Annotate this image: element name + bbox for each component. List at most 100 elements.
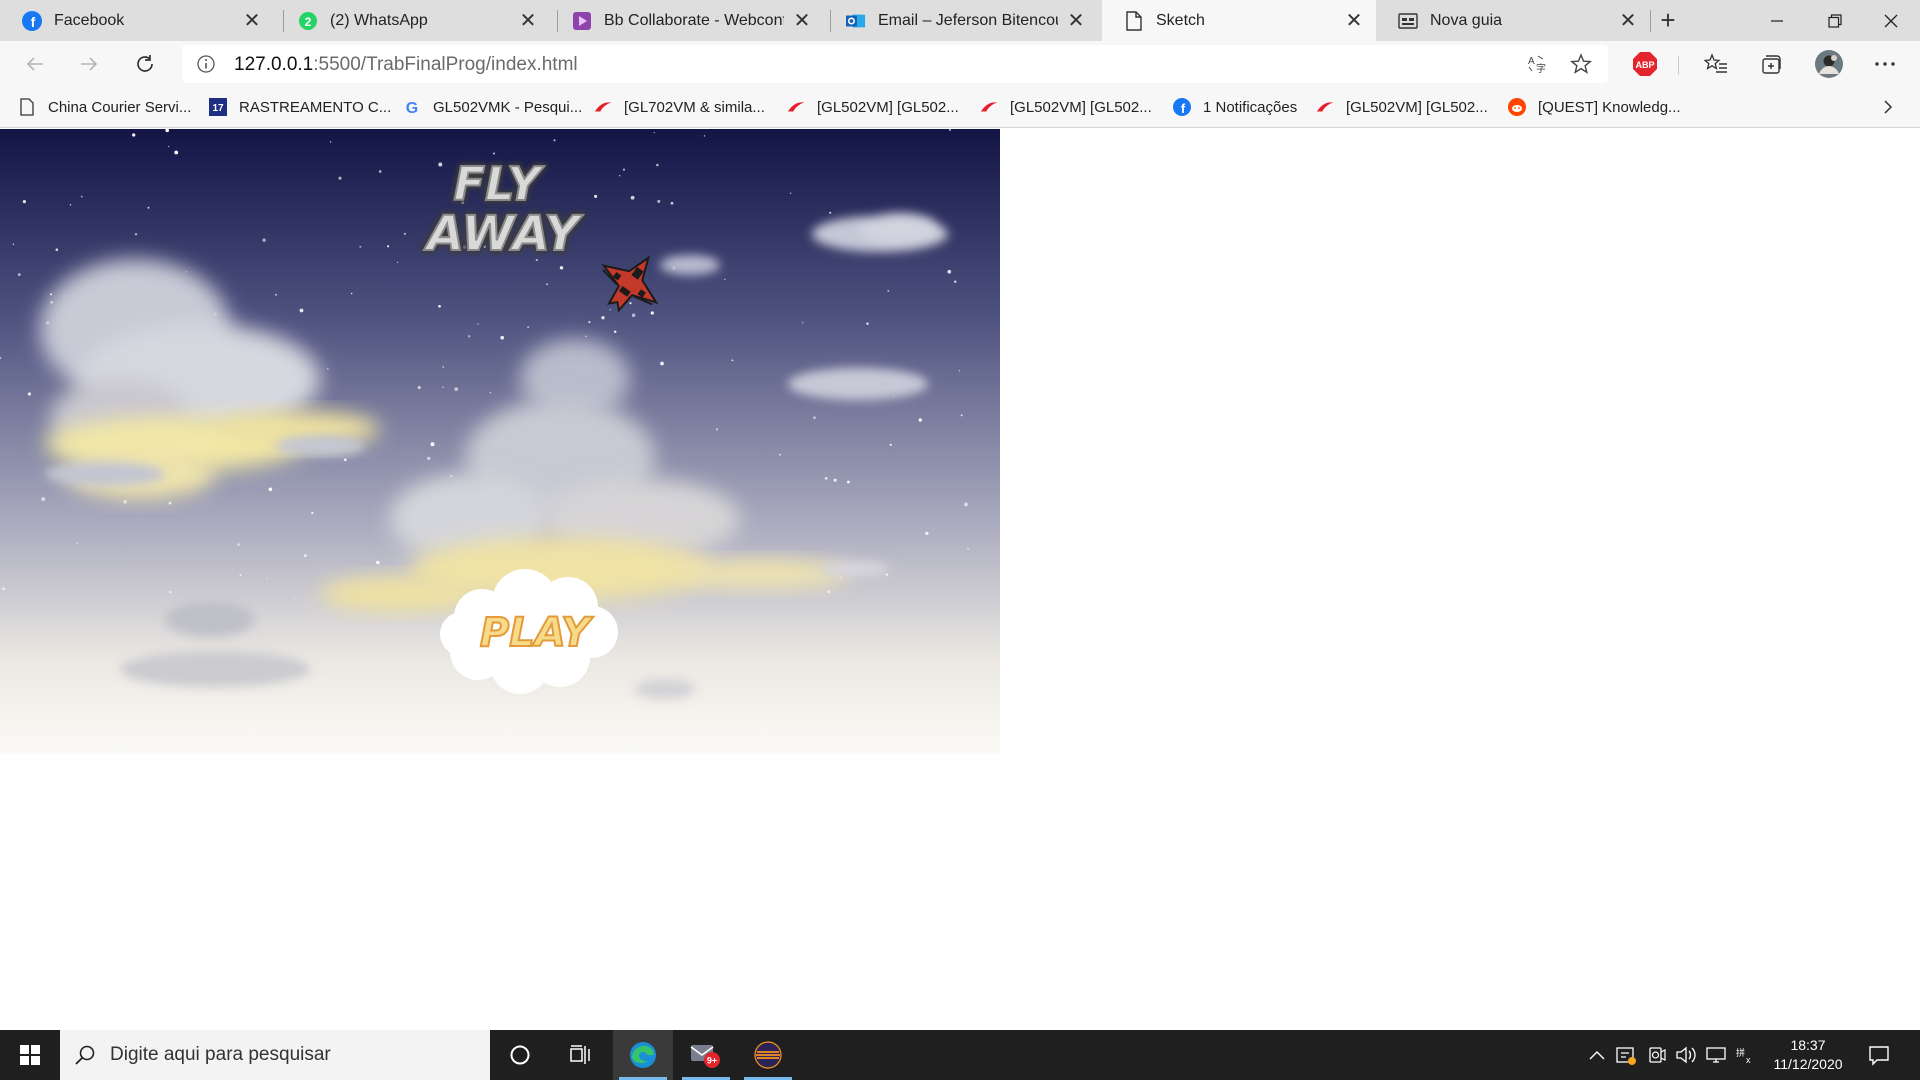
favorites-icon[interactable] [1701, 49, 1731, 79]
rog-icon [980, 98, 998, 116]
star [546, 283, 548, 286]
minimize-button[interactable] [1748, 0, 1806, 41]
svg-text:字: 字 [1536, 62, 1546, 75]
svg-text:G: G [406, 100, 418, 116]
bookmark-item[interactable]: [QUEST] Knowledg... [1508, 96, 1681, 118]
mail-badge: 9+ [707, 1056, 717, 1066]
taskbar-mail[interactable]: 9+ [676, 1030, 736, 1080]
star [866, 322, 869, 325]
close-icon[interactable]: ✕ [792, 8, 812, 33]
notification-center-icon[interactable] [1867, 1043, 1891, 1067]
cortana-icon [510, 1045, 530, 1065]
star [468, 335, 471, 338]
more-options-icon[interactable] [1870, 49, 1900, 79]
17track-icon: 17 [209, 98, 227, 116]
taskbar-eclipse[interactable] [738, 1030, 798, 1080]
close-icon[interactable]: ✕ [242, 8, 262, 33]
collections-icon[interactable] [1756, 49, 1786, 79]
bookmark-label: GL502VMK - Pesqui... [433, 98, 583, 116]
star [454, 387, 459, 391]
chevron-up-icon[interactable] [1585, 1043, 1609, 1067]
close-window-button[interactable] [1862, 0, 1920, 41]
star [123, 499, 127, 504]
close-icon[interactable]: ✕ [1618, 8, 1638, 33]
star [168, 501, 172, 505]
star [442, 386, 444, 388]
star [403, 232, 407, 236]
star [275, 293, 278, 296]
address-bar[interactable]: 127.0.0.1:5500/TrabFinalProg/index.html … [182, 45, 1608, 83]
svg-text:A: A [1528, 56, 1535, 67]
star [588, 321, 591, 324]
star [397, 261, 399, 263]
taskbar-search-box[interactable]: Digite aqui para pesquisar [60, 1030, 490, 1080]
svg-text:17: 17 [212, 103, 224, 114]
new-tab-page-icon [1398, 11, 1418, 31]
bookmark-item[interactable]: [GL502VM] [GL502... [980, 96, 1152, 118]
close-icon[interactable]: ✕ [518, 8, 538, 33]
google-icon: G [403, 98, 421, 116]
bookmark-item[interactable]: China Courier Servi... [18, 96, 191, 118]
network-icon[interactable] [1704, 1043, 1728, 1067]
restore-button[interactable] [1806, 0, 1864, 41]
translate-icon[interactable]: A字 [1524, 51, 1550, 77]
edge-icon [630, 1042, 656, 1068]
info-icon[interactable] [196, 54, 216, 79]
star [134, 232, 138, 236]
star [801, 321, 804, 324]
adblock-plus-icon[interactable]: ABP [1630, 49, 1660, 79]
search-icon [60, 1044, 110, 1066]
star [427, 456, 431, 461]
star [650, 311, 654, 315]
bookmark-item[interactable]: f 1 Notificações [1173, 96, 1297, 118]
close-icon[interactable]: ✕ [1344, 8, 1364, 33]
navigation-bar: 127.0.0.1:5500/TrabFinalProg/index.html … [0, 41, 1920, 87]
volume-icon[interactable] [1674, 1043, 1698, 1067]
bookmark-item[interactable]: 17 RASTREAMENTO C... [209, 96, 391, 118]
star [964, 502, 968, 507]
tab-collaborate[interactable]: Bb Collaborate - Webconferê ✕ [550, 0, 824, 41]
security-icon[interactable] [1614, 1043, 1638, 1067]
tab-whatsapp[interactable]: 2 (2) WhatsApp ✕ [276, 0, 550, 41]
input-language-icon[interactable]: 拼x [1733, 1043, 1757, 1067]
tab-nova-guia[interactable]: Nova guia ✕ [1376, 0, 1650, 41]
taskbar-edge[interactable] [613, 1030, 673, 1080]
svg-text:x: x [1746, 1055, 1751, 1065]
system-clock[interactable]: 18:37 11/12/2020 [1758, 1036, 1858, 1074]
profile-avatar[interactable] [1812, 47, 1846, 81]
tab-title: (2) WhatsApp [330, 11, 428, 29]
bookmark-label: [GL502VM] [GL502... [1346, 98, 1488, 116]
start-button[interactable] [0, 1030, 60, 1080]
tab-title: Email – Jeferson Bitencourt - [878, 11, 1058, 29]
chevron-right-icon[interactable] [1876, 95, 1900, 119]
star [885, 573, 889, 576]
task-view-button[interactable] [550, 1030, 610, 1080]
star [338, 176, 342, 180]
camera-icon[interactable] [1645, 1043, 1669, 1067]
windows-logo-icon [20, 1045, 40, 1065]
star [327, 368, 329, 370]
game-canvas[interactable]: FLY FLY AWAY AWAY PLAY [0, 129, 1000, 754]
new-tab-button[interactable]: + [1652, 0, 1684, 41]
star [618, 174, 621, 177]
refresh-button[interactable] [128, 47, 162, 81]
star [293, 597, 296, 599]
star [527, 326, 529, 328]
bookmark-item[interactable]: [GL502VM] [GL502... [1316, 96, 1488, 118]
star [438, 162, 443, 167]
tab-sketch[interactable]: Sketch ✕ [1102, 0, 1376, 41]
star [350, 292, 353, 295]
star [622, 168, 626, 171]
tab-email[interactable]: Email – Jeferson Bitencourt - ✕ [824, 0, 1098, 41]
cortana-button[interactable] [490, 1030, 550, 1080]
bookmark-item[interactable]: [GL502VM] [GL502... [787, 96, 959, 118]
star [378, 170, 382, 173]
bookmark-item[interactable]: [GL702VM & simila... [594, 96, 765, 118]
forward-button[interactable] [72, 47, 106, 81]
favorite-star-icon[interactable] [1568, 51, 1594, 77]
tab-facebook[interactable]: f Facebook ✕ [0, 0, 274, 41]
close-icon[interactable]: ✕ [1066, 8, 1086, 33]
back-button[interactable] [18, 47, 52, 81]
star [268, 487, 273, 492]
bookmark-item[interactable]: G GL502VMK - Pesqui... [403, 96, 582, 118]
